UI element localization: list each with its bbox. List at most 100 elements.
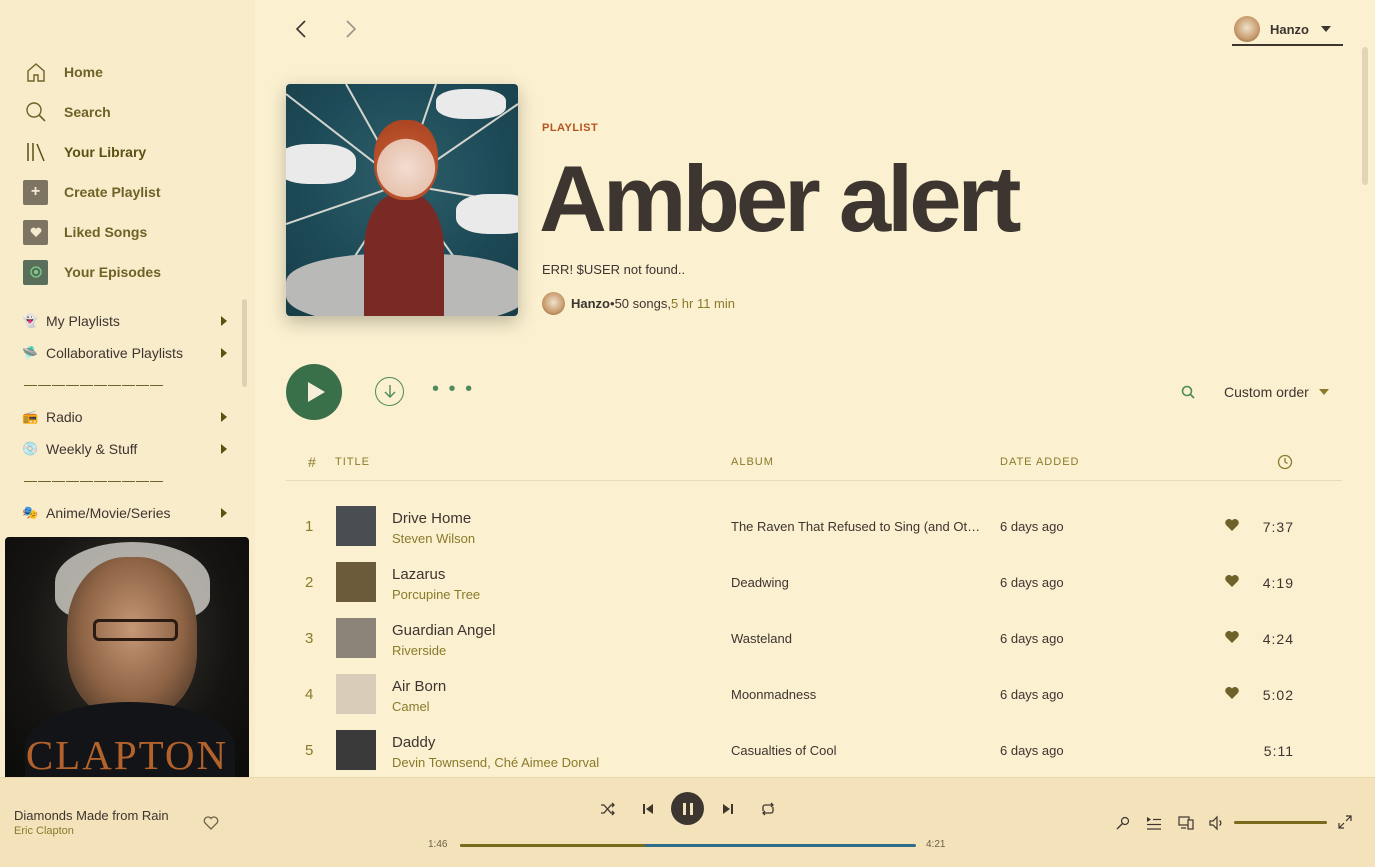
table-row[interactable]: 2 Lazarus Porcupine Tree Deadwing 6 days ago…	[286, 554, 1342, 610]
folder-weekly-stuff[interactable]: 💿 Weekly & Stuff	[22, 433, 232, 465]
track-duration: 4:24	[1262, 631, 1294, 647]
expand-arrow-icon[interactable]	[221, 412, 227, 422]
track-thumbnail	[336, 562, 376, 602]
more-options-button[interactable]: • • •	[432, 378, 474, 401]
page-title: Amber alert	[539, 146, 1021, 251]
back-button[interactable]	[294, 18, 308, 46]
user-menu[interactable]: Hanzo	[1232, 14, 1343, 46]
column-title[interactable]: TITLE	[335, 456, 370, 468]
track-thumbnail	[336, 730, 376, 770]
shuffle-icon[interactable]	[599, 800, 617, 818]
repeat-icon[interactable]	[759, 800, 777, 818]
track-duration: 5:02	[1262, 687, 1294, 703]
expand-arrow-icon[interactable]	[221, 508, 227, 518]
track-album[interactable]: Casualties of Cool	[731, 743, 981, 758]
column-album[interactable]: ALBUM	[731, 456, 774, 468]
home-icon	[23, 60, 48, 85]
now-playing-title[interactable]: Diamonds Made from Rain	[14, 808, 169, 823]
table-row[interactable]: 1 Drive Home Steven Wilson The Raven That R…	[286, 498, 1342, 554]
sidebar-item-search[interactable]: Search	[23, 92, 161, 132]
plus-icon: +	[23, 179, 48, 205]
download-button[interactable]	[375, 377, 404, 406]
track-title[interactable]: Daddy	[392, 734, 435, 751]
track-album[interactable]: Moonmadness	[731, 687, 981, 702]
playlist-owner-link[interactable]: Hanzo	[571, 296, 610, 311]
folder-collaborative-playlists[interactable]: 🛸 Collaborative Playlists	[22, 337, 232, 369]
lyrics-mic-icon[interactable]	[1115, 815, 1131, 831]
like-icon[interactable]	[203, 815, 219, 831]
total-time: 4:21	[926, 839, 946, 850]
sort-dropdown[interactable]: Custom order	[1224, 384, 1329, 400]
track-title[interactable]: Guardian Angel	[392, 622, 495, 639]
sidebar-scrollbar[interactable]	[242, 299, 247, 387]
search-icon	[23, 100, 48, 125]
fullscreen-icon[interactable]	[1337, 814, 1353, 830]
track-title[interactable]: Drive Home	[392, 510, 471, 527]
track-artist[interactable]: Devin Townsend, Ché Aimee Dorval	[392, 755, 599, 770]
now-playing-cover-art[interactable]: CLAPTON	[5, 537, 249, 777]
table-row[interactable]: 3 Guardian Angel Riverside Wasteland 6 days …	[286, 610, 1342, 666]
track-date-added: 6 days ago	[1000, 519, 1064, 534]
sidebar-item-your-episodes[interactable]: Your Episodes	[23, 252, 161, 292]
search-in-playlist-icon[interactable]	[1181, 385, 1195, 399]
play-button[interactable]	[286, 364, 342, 420]
sidebar-item-label: Create Playlist	[64, 184, 161, 200]
table-row[interactable]: 4 Air Born Camel Moonmadness 6 days ago 5:02	[286, 666, 1342, 722]
library-icon	[23, 140, 48, 165]
main-scrollbar[interactable]	[1362, 47, 1368, 185]
track-number: 5	[305, 742, 314, 759]
playlist-description: ERR! $USER not found..	[542, 262, 686, 277]
track-title[interactable]: Air Born	[392, 678, 446, 695]
ufo-icon: 🛸	[22, 345, 39, 360]
forward-button[interactable]	[344, 18, 358, 46]
track-album[interactable]: Deadwing	[731, 575, 981, 590]
liked-heart-icon[interactable]	[1224, 685, 1240, 701]
sidebar-item-home[interactable]: Home	[23, 52, 161, 92]
track-album[interactable]: Wasteland	[731, 631, 981, 646]
playback-progress-bar[interactable]	[460, 844, 916, 847]
expand-arrow-icon[interactable]	[221, 316, 227, 326]
track-duration: 4:19	[1262, 575, 1294, 591]
user-name: Hanzo	[1270, 21, 1309, 37]
sidebar-item-liked-songs[interactable]: Liked Songs	[23, 212, 161, 252]
now-playing-artist[interactable]: Eric Clapton	[14, 825, 74, 837]
table-row[interactable]: 5 Daddy Devin Townsend, Ché Aimee Dorval Ca…	[286, 722, 1342, 778]
track-album[interactable]: The Raven That Refused to Sing (and Othe…	[731, 519, 981, 534]
track-number: 3	[305, 630, 314, 647]
play-icon	[308, 382, 325, 402]
track-artist[interactable]: Steven Wilson	[392, 531, 475, 546]
sidebar-item-create-playlist[interactable]: + Create Playlist	[23, 172, 161, 212]
previous-track-icon[interactable]	[639, 800, 657, 818]
column-number: #	[308, 454, 317, 470]
sidebar: Home Search Your Library + Create Playli…	[0, 0, 255, 777]
folder-radio[interactable]: 📻 Radio	[22, 401, 232, 433]
next-track-icon[interactable]	[719, 800, 737, 818]
queue-icon[interactable]	[1146, 815, 1162, 831]
expand-arrow-icon[interactable]	[221, 444, 227, 454]
pause-button[interactable]	[671, 792, 704, 825]
devices-icon[interactable]	[1178, 815, 1194, 831]
track-artist[interactable]: Riverside	[392, 643, 446, 658]
track-artist[interactable]: Porcupine Tree	[392, 587, 480, 602]
avatar	[542, 292, 565, 315]
ghost-icon: 👻	[22, 313, 39, 328]
chevron-down-icon	[1318, 389, 1329, 395]
progress-fill	[460, 844, 646, 847]
track-artist[interactable]: Camel	[392, 699, 430, 714]
liked-heart-icon[interactable]	[1224, 629, 1240, 645]
folder-my-playlists[interactable]: 👻 My Playlists	[22, 305, 232, 337]
track-thumbnail	[336, 674, 376, 714]
liked-heart-icon[interactable]	[1224, 573, 1240, 589]
cover-art-text: CLAPTON	[25, 732, 229, 777]
clock-icon[interactable]	[1277, 454, 1293, 473]
sidebar-item-library[interactable]: Your Library	[23, 132, 161, 172]
track-title[interactable]: Lazarus	[392, 566, 445, 583]
expand-arrow-icon[interactable]	[221, 348, 227, 358]
liked-heart-icon[interactable]	[1224, 517, 1240, 533]
playlist-cover-art	[286, 84, 518, 316]
avatar	[1234, 16, 1260, 42]
volume-slider[interactable]	[1234, 821, 1327, 824]
volume-icon[interactable]	[1209, 815, 1225, 831]
folder-anime-movie-series[interactable]: 🎭 Anime/Movie/Series	[22, 497, 232, 529]
column-date-added[interactable]: DATE ADDED	[1000, 456, 1079, 468]
